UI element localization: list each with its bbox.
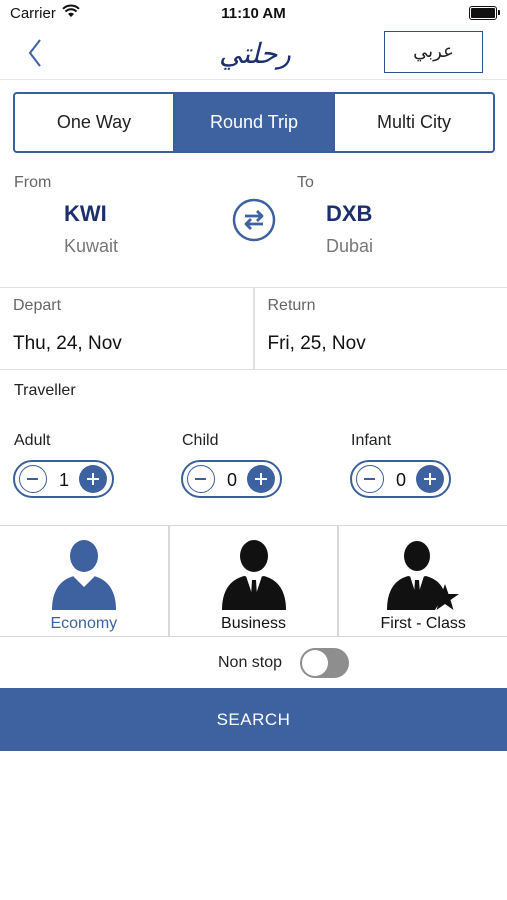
cabin-business-label: Business [221,615,286,632]
back-chevron-icon[interactable] [24,36,54,70]
date-row: Depart Thu, 24, Nov Return Fri, 25, Nov [0,287,507,370]
child-plus-button[interactable] [247,465,275,493]
battery-icon [469,6,500,20]
tab-one-way[interactable]: One Way [15,94,173,151]
cabin-first-class[interactable]: First - Class [337,526,507,636]
child-label: Child [182,432,219,449]
from-airport-code[interactable]: KWI [64,201,107,227]
depart-label: Depart [13,297,62,314]
depart-date-field[interactable]: Depart Thu, 24, Nov [0,288,253,369]
cabin-economy[interactable]: Economy [0,526,168,636]
adult-count: 1 [58,470,69,490]
infant-plus-button[interactable] [416,465,444,493]
return-value: Fri, 25, Nov [267,333,366,354]
swap-icon[interactable] [232,198,276,242]
economy-person-icon [51,540,116,610]
child-minus-button[interactable] [187,465,215,493]
infant-stepper: 0 [350,460,451,498]
to-label: To [297,174,314,191]
return-label: Return [267,297,316,314]
depart-value: Thu, 24, Nov [13,333,122,354]
nav-bar: رحلتي عربي [0,28,507,80]
app-logo: رحلتي [219,37,291,70]
to-airport-code[interactable]: DXB [326,201,372,227]
cabin-business[interactable]: Business [167,526,338,636]
trip-type-selector: One Way Round Trip Multi City [13,92,495,153]
from-city[interactable]: Kuwait [64,236,118,257]
language-button[interactable]: عربي [384,31,483,73]
return-date-field[interactable]: Return Fri, 25, Nov [252,288,507,369]
first-class-person-icon [387,541,460,610]
cabin-first-class-label: First - Class [380,615,466,632]
adult-minus-button[interactable] [19,465,47,493]
non-stop-label: Non stop [218,654,283,671]
non-stop-toggle[interactable] [300,648,349,678]
traveller-title: Traveller [14,382,76,399]
adult-label: Adult [14,432,51,449]
adult-stepper: 1 [13,460,114,498]
status-bar: Carrier 11:10 AM [0,0,507,28]
app-logo-text: رحلتي [219,37,291,70]
business-person-icon [221,540,286,610]
search-button[interactable]: SEARCH [0,688,507,751]
cabin-class-selector: Economy Business First - Class [0,525,507,637]
child-stepper: 0 [181,460,282,498]
tab-multi-city[interactable]: Multi City [333,94,493,151]
to-city[interactable]: Dubai [326,236,373,257]
infant-label: Infant [351,432,392,449]
adult-plus-button[interactable] [79,465,107,493]
from-label: From [14,174,52,191]
infant-count: 0 [395,470,406,490]
status-time: 11:10 AM [221,5,286,22]
cabin-economy-label: Economy [50,615,118,632]
flight-search-screen: Carrier 11:10 AM رحلتي عربي One Way Roun… [0,0,507,900]
child-count: 0 [226,470,237,490]
tab-round-trip[interactable]: Round Trip [173,94,333,151]
infant-minus-button[interactable] [356,465,384,493]
